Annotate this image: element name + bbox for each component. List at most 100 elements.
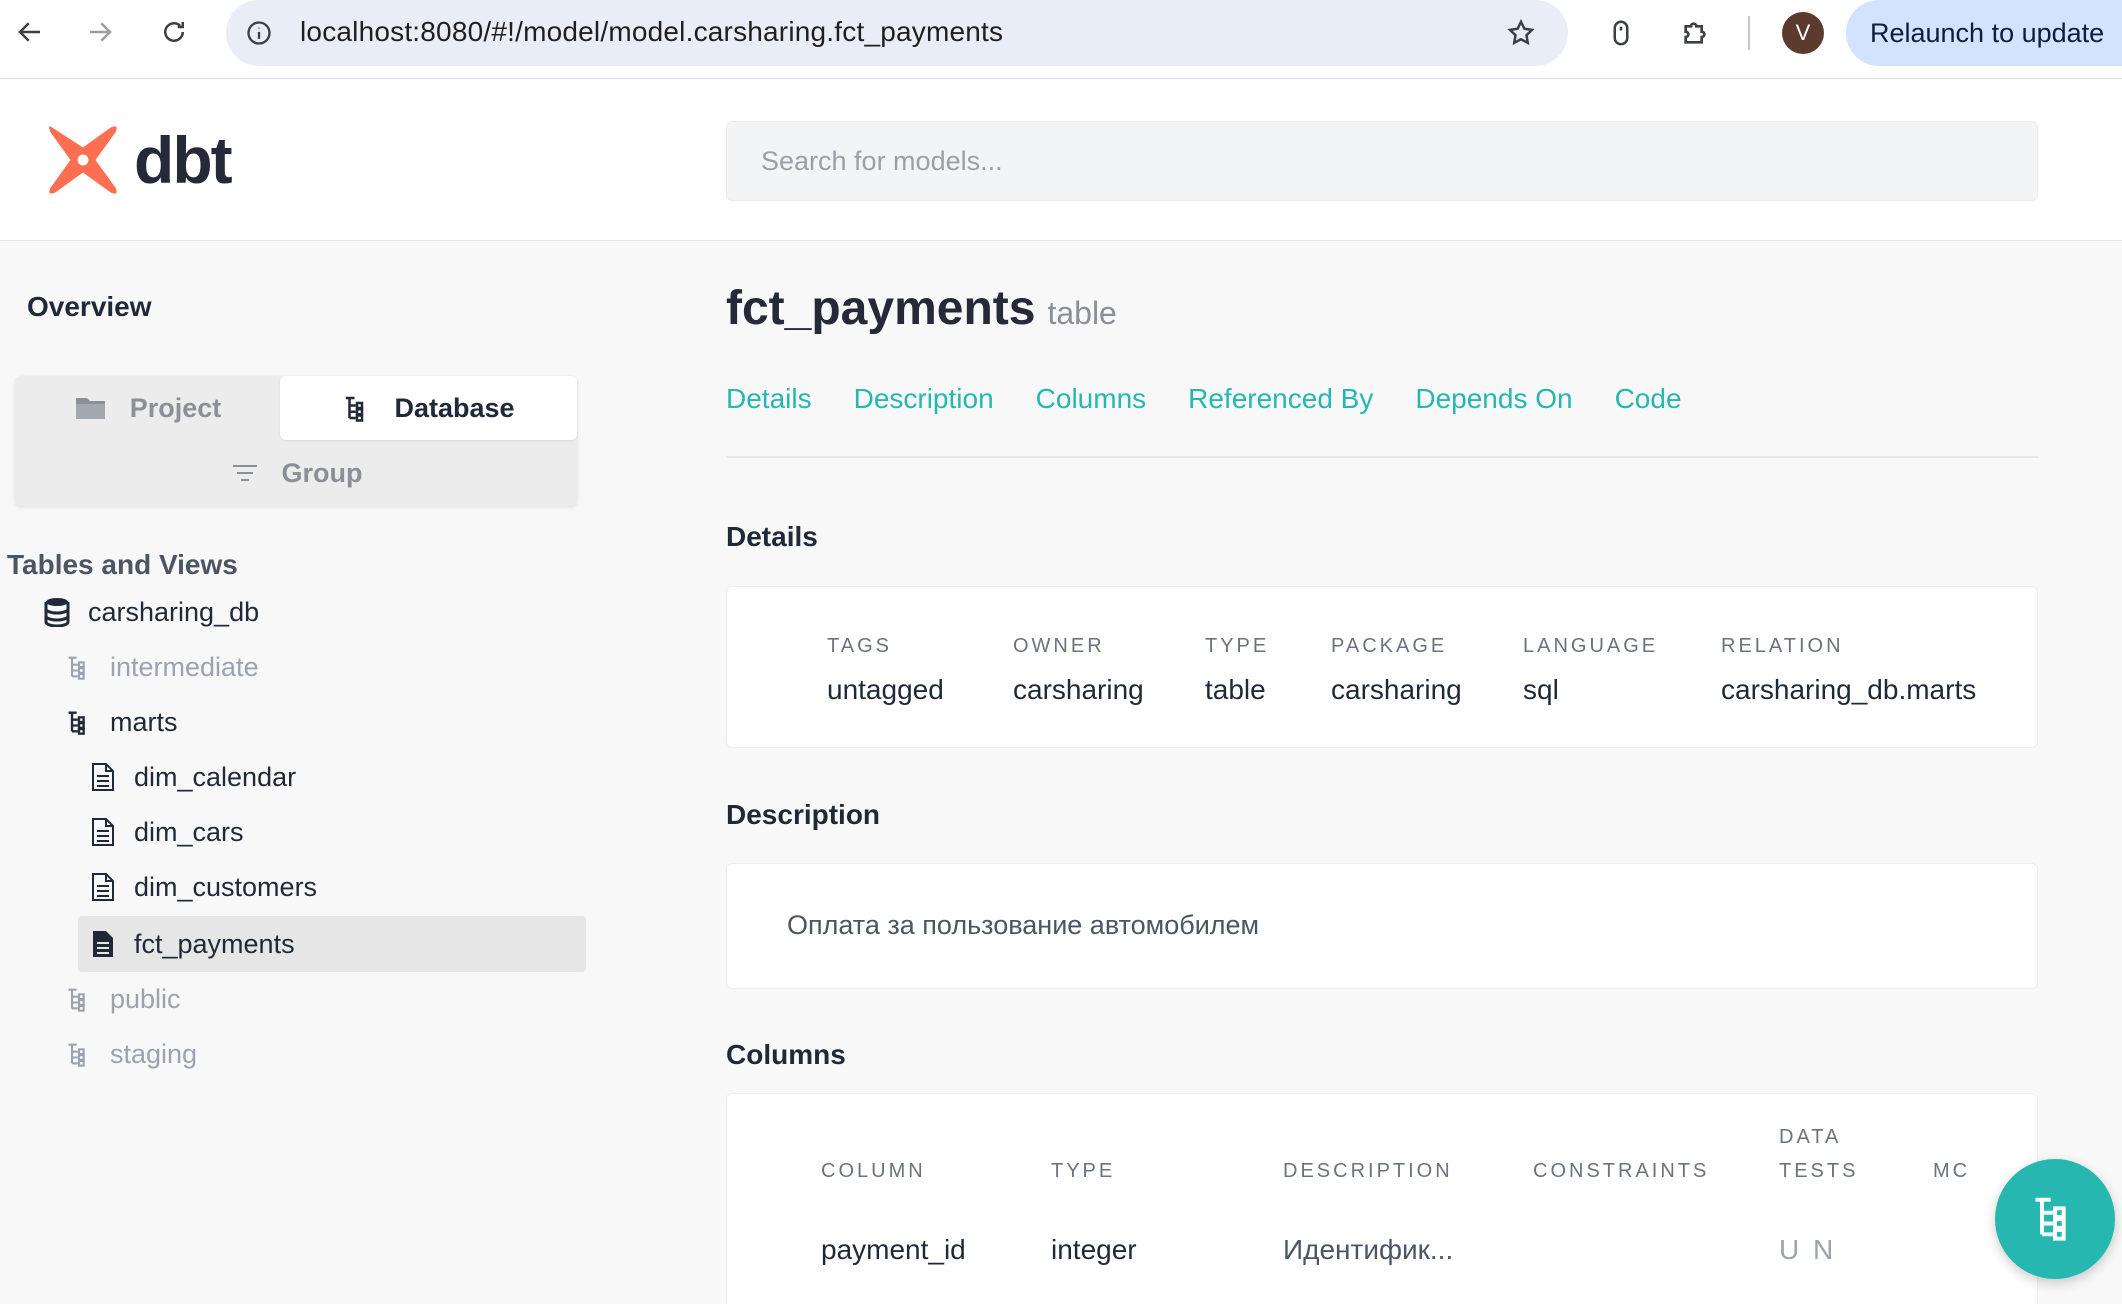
back-icon[interactable] xyxy=(6,8,54,56)
address-bar[interactable]: localhost:8080/#!/model/model.carsharing… xyxy=(226,0,1568,66)
project-tab-label: Project xyxy=(129,392,222,423)
schema-tree-icon xyxy=(64,652,94,682)
tree-item-label: carsharing_db xyxy=(88,596,260,627)
cell-column: payment_id xyxy=(821,1234,966,1265)
tab-depends-on[interactable]: Depends On xyxy=(1415,383,1572,415)
tree-item-staging[interactable]: staging xyxy=(64,1029,197,1079)
detail-tags: TAGS untagged xyxy=(827,635,944,706)
detail-label: LANGUAGE xyxy=(1523,635,1659,657)
detail-value: table xyxy=(1205,674,1266,705)
tree-item-fct-payments[interactable]: fct_payments xyxy=(88,919,295,969)
database-icon xyxy=(42,597,72,627)
extensions-puzzle-icon[interactable] xyxy=(1674,12,1716,54)
description-heading: Description xyxy=(726,799,881,830)
model-name: fct_payments xyxy=(726,282,1036,335)
detail-label: TAGS xyxy=(827,635,892,657)
column-header-more[interactable]: MC xyxy=(1933,1154,1970,1188)
model-kind: table xyxy=(1047,295,1117,331)
tables-and-views-heading: Tables and Views xyxy=(7,549,238,580)
tab-columns[interactable]: Columns xyxy=(1036,383,1146,415)
detail-package: PACKAGE carsharing xyxy=(1331,635,1462,706)
description-card: Оплата за пользование автомобилем xyxy=(726,863,2038,989)
tree-item-carsharing-db[interactable]: carsharing_db xyxy=(42,587,259,637)
schema-tree-icon xyxy=(64,984,94,1014)
tree-item-dim-calendar[interactable]: dim_calendar xyxy=(88,752,296,802)
tree-item-label: public xyxy=(110,983,181,1014)
overview-link[interactable]: Overview xyxy=(27,291,152,323)
tree-item-label: dim_customers xyxy=(134,871,318,902)
column-header-column[interactable]: COLUMN xyxy=(821,1154,926,1188)
schema-tree-icon xyxy=(64,707,94,737)
column-header-type[interactable]: TYPE xyxy=(1051,1154,1115,1188)
document-icon xyxy=(88,817,118,847)
group-tab-label: Group xyxy=(281,457,363,488)
browser-toolbar: localhost:8080/#!/model/model.carsharing… xyxy=(0,0,2122,79)
header-line: DATA xyxy=(1779,1126,1842,1148)
details-heading: Details xyxy=(726,521,818,552)
mouse-extension-icon[interactable] xyxy=(1600,12,1642,54)
detail-label: PACKAGE xyxy=(1331,635,1448,657)
tab-referenced-by[interactable]: Referenced By xyxy=(1188,383,1373,415)
tree-item-intermediate[interactable]: intermediate xyxy=(64,642,259,692)
folder-icon xyxy=(74,394,108,422)
tab-description[interactable]: Description xyxy=(854,383,994,415)
search-input[interactable] xyxy=(726,121,2038,201)
details-card: TAGS untagged OWNER carsharing TYPE tabl… xyxy=(726,586,2038,748)
group-tab[interactable]: Group xyxy=(15,440,577,506)
detail-value: carsharing_db.marts xyxy=(1721,674,1977,705)
column-header-constraints[interactable]: CONSTRAINTS xyxy=(1533,1154,1709,1188)
reload-icon[interactable] xyxy=(150,8,198,56)
description-text: Оплата за пользование автомобилем xyxy=(787,910,1260,940)
document-filled-icon xyxy=(88,929,118,959)
detail-label: RELATION xyxy=(1721,635,1844,657)
profile-avatar[interactable]: V xyxy=(1782,12,1824,54)
dbt-logo[interactable]: dbt xyxy=(44,121,233,199)
detail-value: carsharing xyxy=(1331,674,1462,705)
tabs-divider xyxy=(726,456,2038,458)
tree-icon xyxy=(342,393,372,423)
column-header-data-tests[interactable]: DATA TESTS xyxy=(1779,1120,1858,1188)
relaunch-button[interactable]: Relaunch to update xyxy=(1846,0,2122,66)
tree-item-marts[interactable]: marts xyxy=(64,697,178,747)
lineage-icon xyxy=(2029,1191,2081,1248)
cell-description: Идентифик... xyxy=(1283,1234,1454,1265)
bookmark-star-icon[interactable] xyxy=(1502,14,1540,52)
filter-lines-icon xyxy=(230,461,260,485)
site-info-icon[interactable] xyxy=(242,16,276,50)
section-tabs: Details Description Columns Referenced B… xyxy=(726,383,1724,415)
detail-value: carsharing xyxy=(1013,674,1144,705)
cell-data-tests: U N xyxy=(1779,1234,1837,1265)
tree-item-label: staging xyxy=(110,1038,198,1069)
view-switcher: Project Database Group xyxy=(15,376,577,506)
sidebar: Overview Project Database Group Tables a… xyxy=(0,241,600,1304)
tree-item-label: marts xyxy=(110,706,178,737)
detail-language: LANGUAGE sql xyxy=(1523,635,1658,706)
dbt-logo-icon xyxy=(48,126,117,194)
tab-details[interactable]: Details xyxy=(726,383,812,415)
column-header-description[interactable]: DESCRIPTION xyxy=(1283,1154,1453,1188)
lineage-graph-button[interactable] xyxy=(1995,1159,2115,1279)
detail-label: TYPE xyxy=(1205,635,1270,657)
document-icon xyxy=(88,872,118,902)
tree-item-dim-cars[interactable]: dim_cars xyxy=(88,807,244,857)
tree-item-label: dim_cars xyxy=(134,816,244,847)
project-tab[interactable]: Project xyxy=(15,376,280,440)
tree-item-dim-customers[interactable]: dim_customers xyxy=(88,862,317,912)
detail-value: untagged xyxy=(827,674,944,705)
columns-card: COLUMN TYPE DESCRIPTION CONSTRAINTS DATA… xyxy=(726,1093,2038,1304)
page-title: fct_payments table xyxy=(726,281,1117,336)
detail-label: OWNER xyxy=(1013,635,1105,657)
header-line: TESTS xyxy=(1779,1160,1859,1182)
app-header: dbt xyxy=(0,79,2122,241)
document-icon xyxy=(88,762,118,792)
tree-item-label: dim_calendar xyxy=(134,761,297,792)
detail-relation: RELATION carsharing_db.marts xyxy=(1721,635,1977,706)
database-tab[interactable]: Database xyxy=(280,376,577,440)
tree-item-public[interactable]: public xyxy=(64,974,181,1024)
detail-value: sql xyxy=(1523,674,1559,705)
forward-icon[interactable] xyxy=(76,8,124,56)
tab-code[interactable]: Code xyxy=(1615,383,1682,415)
schema-tree-icon xyxy=(64,1039,94,1069)
columns-heading: Columns xyxy=(726,1039,846,1070)
url-text[interactable]: localhost:8080/#!/model/model.carsharing… xyxy=(300,16,1003,48)
